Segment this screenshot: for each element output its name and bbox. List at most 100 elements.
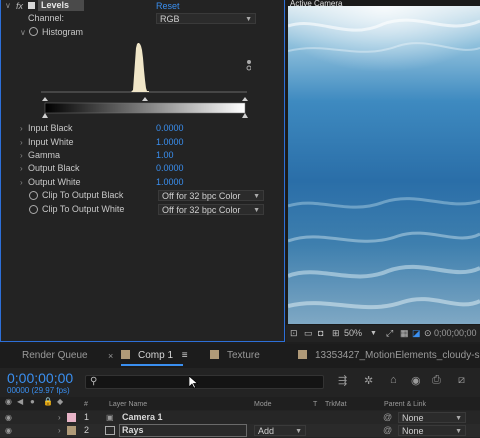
transparency-icon[interactable]: ◪ [412, 325, 421, 342]
chevron-down-icon: ▼ [245, 16, 252, 23]
camera-layer-icon: ▣ [106, 413, 114, 422]
chevron-right-icon[interactable]: › [20, 122, 23, 135]
graph-editor-icon[interactable]: ⎙ [432, 374, 441, 387]
layer-number: 1 [84, 412, 90, 422]
tab-comp-1-label: Comp 1 [138, 350, 174, 361]
output-black-slider-handle[interactable] [42, 113, 48, 118]
pickwhip-icon[interactable]: @ [383, 411, 392, 424]
eye-icon[interactable]: ◉ [5, 424, 12, 437]
param-row: › Output White 1.0000 [1, 176, 284, 189]
param-value[interactable]: 1.0000 [156, 176, 184, 189]
chevron-right-icon[interactable]: › [20, 162, 23, 175]
active-tab-indicator [121, 364, 183, 366]
expand-histogram-icon[interactable]: ∨ [20, 26, 26, 39]
param-label: Gamma [28, 150, 61, 160]
chevron-right-icon[interactable]: › [20, 149, 23, 162]
gamma-slider-handle[interactable] [142, 97, 148, 101]
tab-render-queue[interactable]: Render Queue [22, 344, 88, 368]
layer-switches-icon[interactable]: ⇶ [338, 374, 347, 387]
tab-footage[interactable]: 13353427_MotionElements_cloudy-sky-p [298, 344, 480, 368]
param-row: › Gamma 1.00 [1, 149, 284, 162]
fx-icon[interactable]: fx [16, 0, 23, 12]
parent-dropdown[interactable]: None ▼ [398, 425, 466, 436]
input-white-slider-handle[interactable] [242, 97, 248, 101]
reset-link[interactable]: Reset [156, 0, 180, 12]
eye-icon[interactable]: ◉ [5, 397, 12, 406]
table-row[interactable]: ◉ › 1 ▣ Camera 1 @ None ▼ [0, 411, 480, 424]
solo-icon[interactable]: ● [30, 397, 35, 406]
layer-number: 2 [84, 425, 90, 435]
lock-icon[interactable]: 🔒 [43, 397, 53, 406]
output-white-slider-handle[interactable] [242, 113, 248, 118]
header-layer-name[interactable]: Layer Name [109, 399, 147, 410]
tab-footage-label: 13353427_MotionElements_cloudy-sky-p [315, 350, 480, 361]
param-value[interactable]: 0.0000 [156, 122, 184, 135]
collapse-icon[interactable]: ∨ [5, 0, 11, 12]
chevron-right-icon[interactable]: › [58, 424, 61, 437]
motion-blur-icon[interactable]: ◉ [411, 374, 421, 387]
eye-icon[interactable]: ◉ [5, 411, 12, 424]
param-row: › Input Black 0.0000 [1, 122, 284, 135]
monitor-icon[interactable]: ▭ [304, 325, 313, 342]
effect-name[interactable]: Levels [38, 0, 84, 11]
comp-swatch-icon [298, 350, 307, 359]
header-trkmat: TrkMat [325, 401, 347, 408]
zoom-dropdown[interactable]: 50% [344, 325, 362, 342]
effect-enable-checkbox[interactable] [28, 2, 35, 9]
stopwatch-icon[interactable] [29, 205, 38, 214]
layer-name[interactable]: Rays [119, 424, 247, 437]
blend-mode-dropdown[interactable]: Add ▼ [254, 425, 306, 436]
clip-white-dropdown[interactable]: Off for 32 bpc Color ▼ [158, 204, 264, 215]
param-value[interactable]: 1.0000 [156, 136, 184, 149]
table-row[interactable]: ◉ › 2 Rays Add ▼ @ None ▼ [0, 424, 480, 437]
chevron-down-icon: ▼ [455, 415, 462, 422]
chevron-down-icon: ▼ [253, 207, 260, 214]
input-black-slider-handle[interactable] [42, 97, 48, 101]
parent-value: None [402, 413, 424, 423]
channel-dropdown[interactable]: RGB ▼ [156, 13, 256, 24]
clip-black-label: Clip To Output Black [42, 190, 124, 200]
current-time[interactable]: 0;00;00;00 [7, 370, 73, 386]
viewer-timecode[interactable]: 0;00;00;00 [434, 325, 477, 342]
channel-ring-icon[interactable] [246, 65, 251, 71]
underwater-scene-image [288, 6, 480, 324]
param-label: Output Black [28, 163, 80, 173]
layer-name[interactable]: Camera 1 [122, 411, 163, 424]
layer-search-input[interactable]: ⚲ [85, 375, 324, 389]
frame-blending-icon[interactable]: ⌂ [390, 374, 397, 386]
pickwhip-icon[interactable]: @ [383, 424, 392, 437]
fullscreen-icon[interactable]: ⤢ [386, 325, 393, 342]
header-parent: Parent & Link [384, 401, 427, 408]
menu-icon[interactable]: ≡ [182, 350, 188, 361]
panel-tabs: Render Queue × Comp 1 ≡ Texture 13353427… [0, 344, 480, 368]
label-color-swatch[interactable] [67, 426, 76, 435]
grid-icon[interactable]: ⊞ [332, 325, 340, 342]
clip-black-row: Clip To Output Black Off for 32 bpc Colo… [1, 189, 284, 202]
output-gradient-bar [44, 102, 246, 114]
stopwatch-icon[interactable] [29, 191, 38, 200]
stopwatch-icon[interactable] [29, 27, 38, 36]
clip-white-value: Off for 32 bpc Color [162, 205, 241, 215]
camera-icon[interactable]: ⊙ [424, 325, 432, 342]
label-color-swatch[interactable] [67, 413, 76, 422]
param-label: Input White [28, 137, 74, 147]
chevron-right-icon[interactable]: › [20, 176, 23, 189]
tab-texture[interactable]: Texture [210, 344, 260, 368]
param-value[interactable]: 0.0000 [156, 162, 184, 175]
chevron-right-icon[interactable]: › [58, 411, 61, 424]
region-icon[interactable]: ⊡ [290, 325, 298, 342]
chevron-right-icon[interactable]: › [20, 136, 23, 149]
underwater-preview[interactable] [288, 6, 480, 324]
grid-toggle-icon[interactable]: ▦ [400, 325, 409, 342]
chart-icon[interactable]: ⧄ [458, 374, 465, 387]
parent-dropdown[interactable]: None ▼ [398, 412, 466, 423]
param-value[interactable]: 1.00 [156, 149, 174, 162]
close-icon[interactable]: × [108, 344, 113, 368]
tab-texture-label: Texture [227, 350, 260, 361]
solo-layer-icon[interactable]: ✲ [364, 374, 373, 387]
audio-icon[interactable]: ◀ [17, 397, 23, 406]
channel-dot-icon[interactable] [247, 60, 251, 64]
clip-black-dropdown[interactable]: Off for 32 bpc Color ▼ [158, 190, 264, 201]
mask-icon[interactable]: ◘ [318, 325, 323, 342]
channel-row: Channel: RGB ▼ [1, 12, 284, 25]
